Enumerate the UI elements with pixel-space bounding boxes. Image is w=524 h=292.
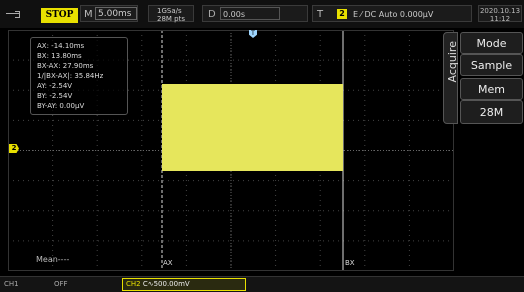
mean-readout: Mean---- — [36, 255, 70, 264]
measure-by: BY: -2.54V — [37, 92, 73, 100]
ch1-state: OFF — [54, 280, 68, 288]
usb-icon — [6, 10, 20, 18]
acquire-title: Acquire — [446, 41, 459, 83]
delay-box[interactable]: D 0.00s — [202, 5, 308, 22]
sample-rate: 1GSa/s — [157, 7, 182, 15]
acquire-menu-tab[interactable]: Acquire — [443, 32, 459, 124]
measure-inverse: 1/|BX-AX|: 35.84Hz — [37, 72, 104, 80]
measure-ay: AY: -2.54V — [37, 82, 73, 90]
trigger-channel-badge: 2 — [337, 9, 347, 19]
measure-ax: AX: -14.10ms — [37, 42, 85, 50]
sample-rate-box: 1GSa/s 28M pts — [148, 5, 194, 23]
trigger-prefix: T — [317, 9, 324, 20]
measure-bx: BX: 13.80ms — [37, 52, 82, 60]
channel-status-bar: CH1 OFF CH2 C∿500.00mV — [0, 276, 524, 292]
measure-bx-ax: BX-AX: 27.90ms — [37, 62, 94, 70]
timebase-prefix: M — [84, 9, 93, 20]
delay-value: 0.00s — [220, 7, 280, 20]
mode-label: Mode — [460, 32, 523, 54]
memory-points: 28M pts — [157, 15, 186, 23]
trigger-settings: E ⁄ DC Auto 0.000μV — [353, 10, 434, 19]
time-text: 11:12 — [489, 15, 511, 23]
timebase-box[interactable]: M 5.00ms — [80, 5, 138, 22]
delay-prefix: D — [208, 9, 216, 20]
ch2-status[interactable]: CH2 C∿500.00mV — [122, 278, 246, 291]
mem-depth-value-button[interactable]: 28M — [460, 100, 523, 124]
mem-depth-label: Mem Depth — [460, 78, 523, 117]
run-stop-indicator[interactable]: STOP — [41, 8, 78, 23]
datetime-box: 2020.10.13 11:12 — [478, 5, 522, 23]
acquire-side-menu: Acquire Mode Sample Mem Depth 28M — [443, 30, 524, 125]
mode-value-button[interactable]: Sample — [460, 54, 523, 76]
timebase-value: 5.00ms — [95, 7, 137, 20]
ch2-label: CH2 — [126, 280, 141, 288]
top-status-bar: STOP M 5.00ms 1GSa/s 28M pts D 0.00s T 2… — [0, 0, 524, 28]
cursor-measurement-panel: AX: -14.10ms BX: 13.80ms BX-AX: 27.90ms … — [30, 37, 128, 115]
date-text: 2020.10.13 — [479, 7, 521, 15]
measure-by-ay: BY-AY: 0.00μV — [37, 102, 85, 110]
channel2-waveform — [162, 84, 343, 171]
ch1-label[interactable]: CH1 — [4, 279, 19, 290]
trigger-box[interactable]: T 2 E ⁄ DC Auto 0.000μV — [312, 5, 472, 22]
cursor-b-label: BX — [345, 259, 355, 267]
cursor-a-label: AX — [163, 259, 173, 267]
ch2-value: C∿500.00mV — [142, 280, 190, 288]
